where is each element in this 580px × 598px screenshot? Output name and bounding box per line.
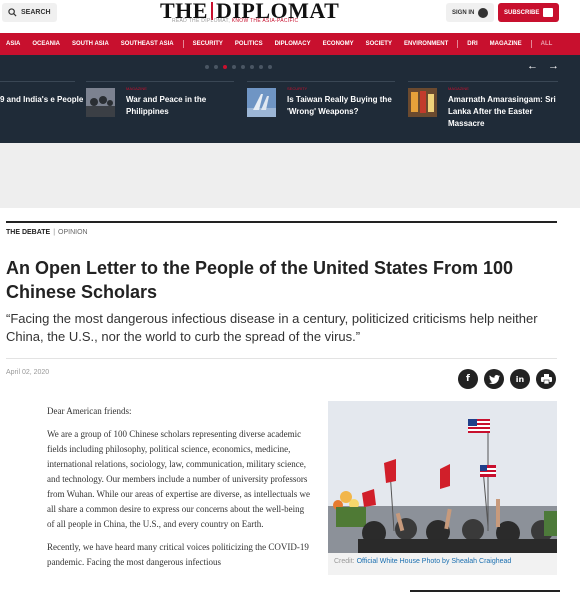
nav-item-security[interactable]: SECURITY [187, 41, 229, 47]
gift-icon [543, 8, 554, 17]
nav-item-environment[interactable]: ENVIRONMENT [398, 41, 454, 47]
arrow-right-icon[interactable]: → [548, 60, 559, 72]
subscribe-button[interactable]: SUBSCRIBE [498, 3, 560, 22]
carousel-divider [0, 81, 75, 82]
search-label: SEARCH [21, 9, 51, 16]
arrow-left-icon[interactable]: ← [527, 60, 538, 72]
carousel-dot[interactable] [214, 65, 218, 69]
nav-divider [457, 40, 459, 48]
card-title[interactable]: Amarnath Amarasingam: Sri Lanka After th… [448, 94, 566, 130]
facebook-icon[interactable]: f [458, 369, 478, 389]
card-title[interactable]: War and Peace in the Philippines [126, 94, 244, 118]
carousel-divider [408, 81, 558, 82]
article-date: April 02, 2020 [6, 369, 50, 376]
section-link[interactable]: THE DEBATE [6, 229, 50, 236]
carousel-dot[interactable] [232, 65, 236, 69]
sidebar-rule [410, 590, 560, 592]
nav-item-society[interactable]: SOCIETY [360, 41, 398, 47]
featured-carousel: ← → 9 and India's e People MAGAZINE War … [0, 55, 580, 143]
photo-flags-crowd [328, 401, 557, 553]
ad-placeholder-band [0, 143, 580, 208]
card-thumbnail[interactable] [247, 88, 276, 117]
sign-in-button[interactable]: SIGN IN [446, 3, 495, 22]
tagline-prefix: READ THE DIPLOMAT, [172, 18, 231, 24]
carousel-dot-active[interactable] [223, 65, 227, 69]
nav-divider [182, 40, 184, 48]
article-type[interactable]: OPINION [58, 229, 88, 236]
divider [6, 358, 557, 359]
carousel-divider [86, 81, 234, 82]
credit-label: Credit: [334, 558, 355, 565]
carousel-card[interactable]: MAGAZINE War and Peace in the Philippine… [86, 85, 246, 135]
nav-item-oceania[interactable]: OCEANIA [26, 41, 66, 47]
article-top-rule [6, 221, 557, 223]
nav-item-economy[interactable]: ECONOMY [317, 41, 360, 47]
account-icon [478, 7, 489, 18]
carousel-dot[interactable] [205, 65, 209, 69]
article-subhead: “Facing the most dangerous infectious di… [6, 311, 538, 344]
nav-item-southeast-asia[interactable]: SOUTHEAST ASIA [115, 41, 180, 47]
search-icon [8, 8, 17, 17]
linkedin-icon[interactable]: in [510, 369, 530, 389]
nav-divider [530, 40, 532, 48]
card-category: MAGAZINE [448, 86, 469, 91]
carousel-dot[interactable] [250, 65, 254, 69]
sign-in-label: SIGN IN [452, 9, 475, 16]
subscribe-label: SUBSCRIBE [504, 9, 540, 16]
twitter-icon[interactable] [484, 369, 504, 389]
nav-item-diplomacy[interactable]: DIPLOMACY [269, 41, 317, 47]
site-header: SEARCH THE DIPLOMAT READ THE DIPLOMAT, KN… [0, 0, 580, 33]
carousel-divider [247, 81, 395, 82]
search-button[interactable]: SEARCH [2, 3, 57, 22]
nav-item-south-asia[interactable]: SOUTH ASIA [66, 41, 115, 47]
nav-item-politics[interactable]: POLITICS [229, 41, 269, 47]
article-paragraph: Recently, we have heard many critical vo… [47, 542, 309, 567]
tagline-suffix: KNOW THE ASIA-PACIFIC [231, 18, 299, 24]
print-icon[interactable] [536, 369, 556, 389]
kicker-separator: | [53, 229, 56, 236]
article-kicker: THE DEBATE | OPINION [6, 229, 88, 236]
article-paragraph: Dear American friends: [47, 406, 132, 416]
credit-link[interactable]: Official White House Photo by Shealah Cr… [357, 558, 512, 565]
card-thumbnail[interactable] [86, 88, 115, 117]
carousel-dot[interactable] [259, 65, 263, 69]
article-photo[interactable] [328, 401, 557, 553]
carousel-dot[interactable] [241, 65, 245, 69]
card-category: SECURITY [287, 86, 308, 91]
site-tagline: READ THE DIPLOMAT, KNOW THE ASIA-PACIFIC [172, 18, 298, 24]
card-title[interactable]: Is Taiwan Really Buying the 'Wrong' Weap… [287, 94, 405, 118]
carousel-dots [205, 65, 272, 69]
nav-item-dri[interactable]: DRI [461, 41, 483, 47]
nav-item-magazine[interactable]: MAGAZINE [484, 41, 528, 47]
nav-item-asia[interactable]: ASIA [0, 41, 26, 47]
carousel-card[interactable]: SECURITY Is Taiwan Really Buying the 'Wr… [247, 85, 407, 135]
nav-item-all[interactable]: ALL [535, 41, 559, 47]
carousel-arrows: ← → [527, 60, 559, 72]
card-thumbnail[interactable] [408, 88, 437, 117]
carousel-dot[interactable] [268, 65, 272, 69]
article-headline: An Open Letter to the People of the Unit… [6, 258, 514, 302]
article-body: Dear American friends: We are a group of… [47, 404, 312, 578]
card-category: MAGAZINE [126, 86, 147, 91]
main-nav: ASIA OCEANIA SOUTH ASIA SOUTHEAST ASIA S… [0, 33, 580, 55]
carousel-card[interactable]: 9 and India's e People [0, 85, 83, 135]
carousel-card[interactable]: MAGAZINE Amarnath Amarasingam: Sri Lanka… [408, 85, 578, 135]
photo-caption: Credit: Official White House Photo by Sh… [328, 553, 557, 575]
share-buttons: f in [458, 369, 556, 389]
article-paragraph: We are a group of 100 Chinese scholars r… [47, 429, 310, 529]
